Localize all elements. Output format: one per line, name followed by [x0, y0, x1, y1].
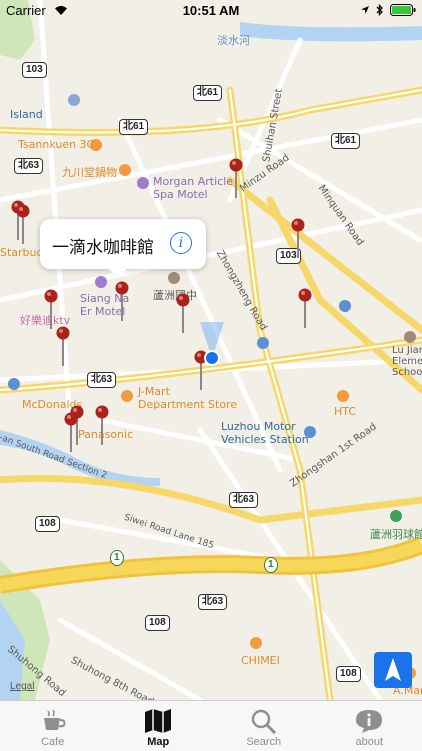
cafe-pin[interactable]: [115, 281, 129, 325]
road-shield: 北61: [331, 133, 360, 149]
info-icon[interactable]: i: [170, 232, 192, 254]
map-icon: [143, 708, 173, 734]
navigation-arrow-icon: [374, 652, 412, 688]
tab-map[interactable]: Map: [106, 701, 212, 751]
road-shield: 北63: [87, 372, 116, 388]
tab-bar: Cafe Map Search about: [0, 700, 422, 751]
road-shield: 北61: [193, 85, 222, 101]
map-label: Island: [10, 108, 43, 121]
map-label: Morgan Article Spa Motel: [153, 175, 233, 201]
road-shield: 103: [22, 62, 47, 78]
tab-search[interactable]: Search: [211, 701, 317, 751]
cafe-pin[interactable]: [95, 405, 109, 449]
cafe-pin[interactable]: [16, 204, 30, 248]
cafe-pin[interactable]: [291, 218, 305, 262]
bluetooth-icon: [376, 4, 384, 16]
map-view[interactable]: 淡水河 Island Tsannkuen 3C 九川堂鍋物 Morgan Art…: [0, 0, 422, 700]
tab-label: about: [355, 736, 383, 748]
map-label: J-Mart Department Store: [138, 385, 237, 411]
tab-label: Cafe: [41, 736, 64, 748]
map-label: 蘆洲國中: [153, 287, 197, 303]
road-shield: 北63: [198, 594, 227, 610]
location-arrow-icon: [360, 5, 370, 15]
road-shield: 北63: [229, 492, 258, 508]
cafe-pin[interactable]: [56, 326, 70, 370]
tracking-button[interactable]: [374, 652, 412, 688]
cafe-callout[interactable]: 一滴水咖啡館 i: [40, 219, 206, 269]
tab-cafe[interactable]: Cafe: [0, 701, 106, 751]
tab-label: Search: [246, 736, 281, 748]
road-shield: 108: [145, 615, 170, 631]
road-shield: 北63: [14, 158, 43, 174]
road-shield: 108: [35, 516, 60, 532]
tab-label: Map: [147, 736, 169, 748]
map-label: 淡水河: [217, 32, 250, 48]
wifi-icon: [54, 5, 68, 16]
freeway-shield: 1: [264, 557, 278, 573]
cafe-pin[interactable]: [298, 288, 312, 332]
map-label: Tsannkuen 3C: [18, 138, 94, 151]
cafe-pin[interactable]: [229, 158, 243, 202]
tab-about[interactable]: about: [317, 701, 422, 751]
chat-bubble-icon: [354, 708, 384, 734]
road-shield: 北61: [119, 119, 148, 135]
road-shield: 108: [336, 666, 361, 682]
callout-title: 一滴水咖啡館: [52, 233, 154, 258]
map-label: Luzhou Motor Vehicles Station: [221, 420, 309, 446]
battery-icon: [390, 4, 416, 16]
map-label: 蘆洲羽球館: [370, 526, 422, 542]
user-location-icon: [195, 318, 229, 368]
map-label: Lu Jian Element School: [392, 345, 422, 378]
cafe-pin[interactable]: [176, 293, 190, 337]
search-icon: [249, 708, 279, 734]
freeway-shield: 1: [110, 550, 124, 566]
map-label: CHIMEI: [241, 654, 280, 667]
cafe-pin[interactable]: [64, 412, 78, 456]
map-label: 九川堂鍋物: [62, 164, 117, 180]
status-icons: [360, 4, 416, 16]
legal-link[interactable]: Legal: [10, 681, 34, 692]
coffee-cup-icon: [38, 708, 68, 734]
map-label: HTC: [334, 405, 356, 418]
